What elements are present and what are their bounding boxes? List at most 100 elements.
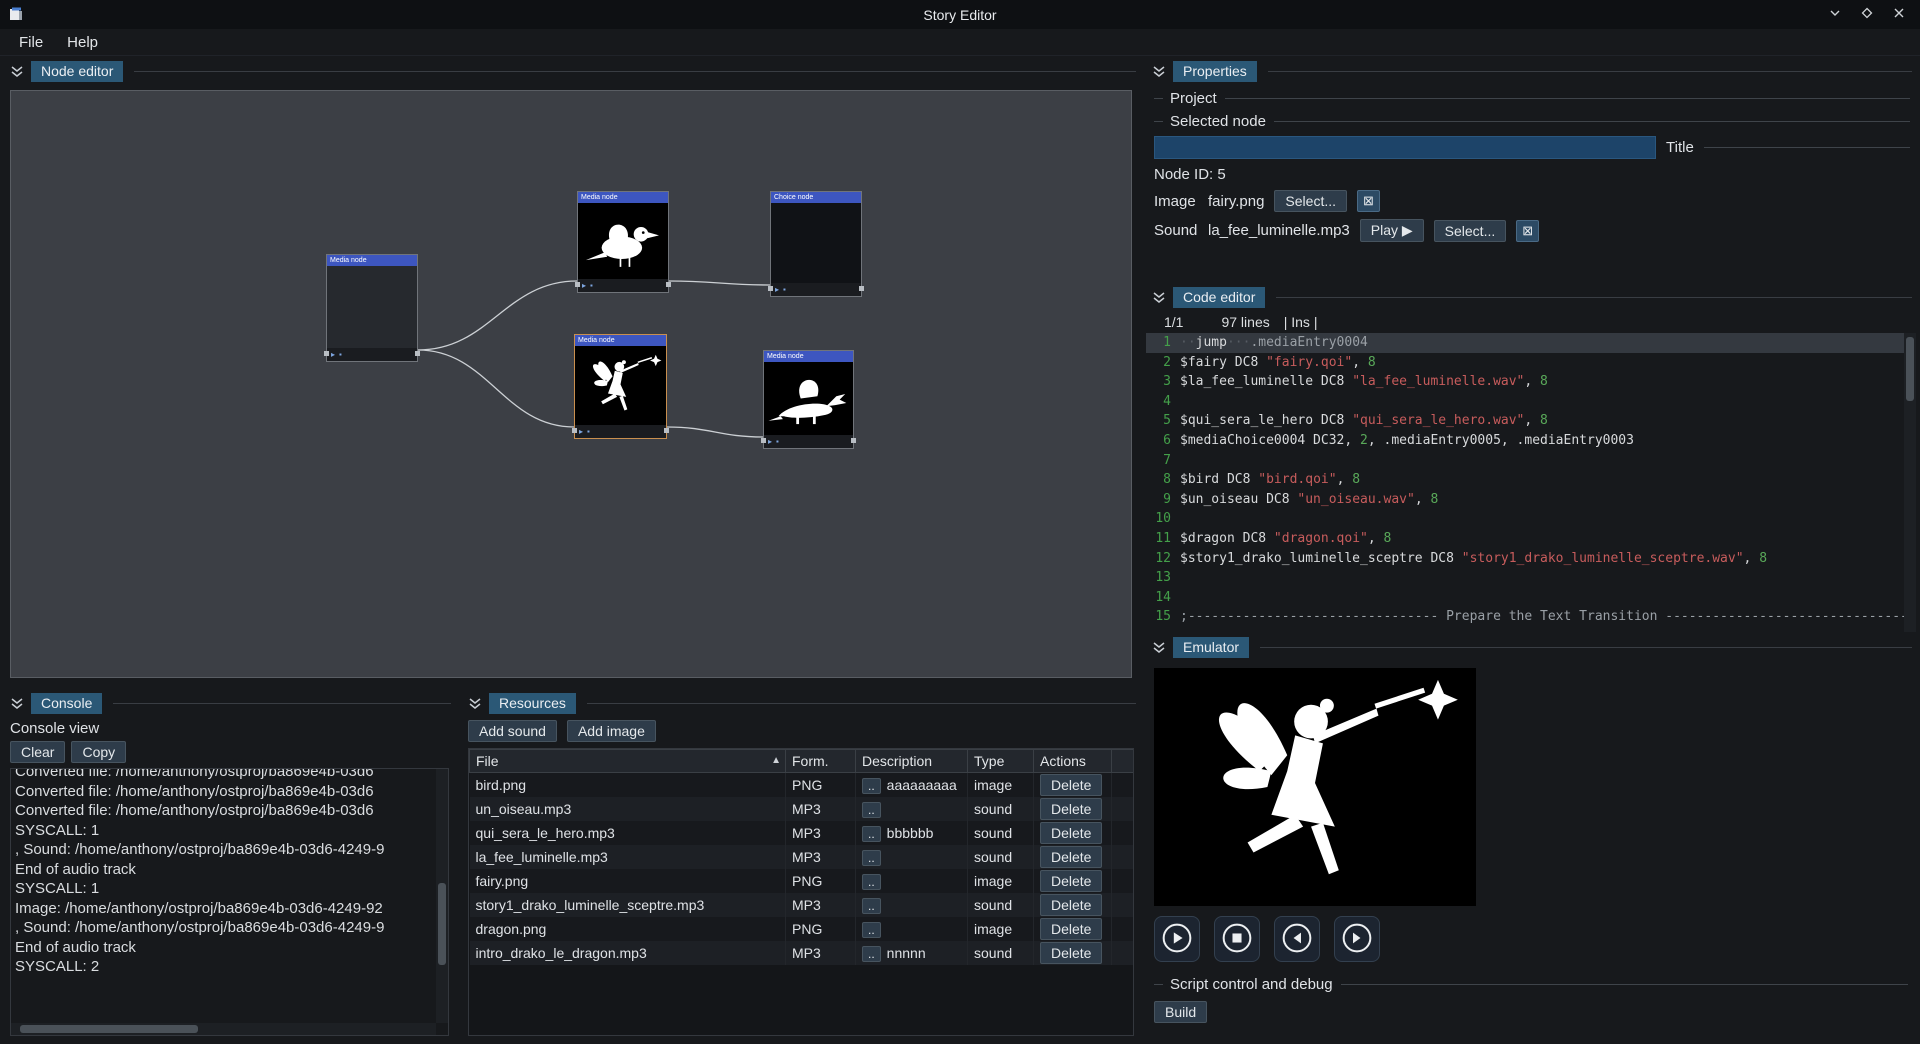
code-lines: 1··jump···.mediaEntry00042$fairy DC8 "fa… <box>1146 333 1916 627</box>
copy-button[interactable]: Copy <box>71 741 126 763</box>
delete-button[interactable]: Delete <box>1040 870 1102 892</box>
node-controls[interactable]: ▸▪ <box>327 348 417 361</box>
console-horizontal-scrollbar[interactable] <box>11 1023 436 1035</box>
scrollbar-thumb[interactable] <box>438 883 446 964</box>
edit-description-button[interactable]: .. <box>862 946 881 962</box>
code-line: 12$story1_drako_luminelle_sceptre DC8 "s… <box>1146 549 1916 569</box>
build-button[interactable]: Build <box>1154 1001 1207 1023</box>
title-input[interactable] <box>1154 136 1656 159</box>
edit-description-button[interactable]: .. <box>862 922 881 938</box>
column-header-format[interactable]: Form. <box>786 750 856 773</box>
sound-select-button[interactable]: Select... <box>1434 220 1507 242</box>
edit-description-button[interactable]: .. <box>862 874 881 890</box>
node-stop-icon[interactable]: ▪ <box>776 435 779 448</box>
forward-button[interactable] <box>1334 916 1380 962</box>
code-line: 15;-------------------------------- Prep… <box>1146 607 1916 627</box>
resource-row[interactable]: story1_drako_luminelle_sceptre.mp3MP3..s… <box>470 893 1134 917</box>
node-play-icon[interactable]: ▸ <box>579 425 583 438</box>
sort-ascending-icon: ▲ <box>771 755 781 766</box>
graph-node-dragon[interactable]: Media node ▸▪ <box>763 350 854 449</box>
delete-button[interactable]: Delete <box>1040 798 1102 820</box>
node-stop-icon[interactable]: ▪ <box>339 348 342 361</box>
node-canvas[interactable]: Media node▸▪Media node ▸▪Choice node▸▪Me… <box>10 90 1132 678</box>
sound-clear-button[interactable]: ⊠ <box>1516 220 1539 242</box>
collapse-icon[interactable] <box>1150 638 1168 656</box>
edit-description-button[interactable]: .. <box>862 826 881 842</box>
resource-type: image <box>968 869 1034 893</box>
delete-button[interactable]: Delete <box>1040 774 1102 796</box>
column-header-actions[interactable]: Actions <box>1034 750 1112 773</box>
image-clear-button[interactable]: ⊠ <box>1357 190 1380 212</box>
node-play-icon[interactable]: ▸ <box>582 279 586 292</box>
node-thumbnail <box>578 203 668 279</box>
collapse-icon[interactable] <box>1150 62 1168 80</box>
back-button[interactable] <box>1274 916 1320 962</box>
graph-node-fairy[interactable]: Media node ▸▪ <box>574 334 667 439</box>
code-vertical-scrollbar[interactable] <box>1904 333 1916 632</box>
clear-button[interactable]: Clear <box>10 741 65 763</box>
edit-description-button[interactable]: .. <box>862 802 881 818</box>
add-sound-button[interactable]: Add sound <box>468 720 557 742</box>
delete-button[interactable]: Delete <box>1040 918 1102 940</box>
edit-description-button[interactable]: .. <box>862 850 881 866</box>
node-controls[interactable]: ▸▪ <box>575 425 666 438</box>
play-button[interactable] <box>1154 916 1200 962</box>
graph-node-bird[interactable]: Media node ▸▪ <box>577 191 669 293</box>
resource-description-cell: ..aaaaaaaaa <box>856 773 968 798</box>
node-stop-icon[interactable]: ▪ <box>590 279 593 292</box>
resource-type: sound <box>968 893 1034 917</box>
delete-button[interactable]: Delete <box>1040 846 1102 868</box>
stop-button[interactable] <box>1214 916 1260 962</box>
node-controls[interactable]: ▸▪ <box>771 283 861 296</box>
shade-button[interactable] <box>1822 4 1848 26</box>
scrollbar-thumb[interactable] <box>1906 337 1914 401</box>
resource-row[interactable]: la_fee_luminelle.mp3MP3..soundDelete <box>470 845 1134 869</box>
collapse-icon[interactable] <box>8 694 26 712</box>
code-text: $qui_sera_le_hero DC8 "qui_sera_le_hero.… <box>1180 411 1548 431</box>
delete-button[interactable]: Delete <box>1040 822 1102 844</box>
node-stop-icon[interactable]: ▪ <box>587 425 590 438</box>
node-controls[interactable]: ▸▪ <box>764 435 853 448</box>
node-play-icon[interactable]: ▸ <box>768 435 772 448</box>
console-log[interactable]: Converted file: /home/anthony/ostproj/ba… <box>10 768 449 1036</box>
resource-row[interactable]: qui_sera_le_hero.mp3MP3..bbbbbbsoundDele… <box>470 821 1134 845</box>
emulator-display[interactable] <box>1154 668 1476 906</box>
collapse-icon[interactable] <box>466 694 484 712</box>
delete-button[interactable]: Delete <box>1040 942 1102 964</box>
node-play-icon[interactable]: ▸ <box>775 283 779 296</box>
main-area: Node editor Media node▸▪Media node ▸▪Cho… <box>0 56 1920 1044</box>
sound-play-button[interactable]: Play ▶ <box>1360 219 1424 242</box>
line-number: 12 <box>1146 549 1180 569</box>
column-header-description[interactable]: Description <box>856 750 968 773</box>
edit-description-button[interactable]: .. <box>862 778 881 794</box>
console-vertical-scrollbar[interactable] <box>436 769 448 1023</box>
column-header-file[interactable]: File▲ <box>470 750 786 773</box>
edit-description-button[interactable]: .. <box>862 898 881 914</box>
maximize-button[interactable] <box>1854 4 1880 26</box>
column-header-type[interactable]: Type <box>968 750 1034 773</box>
node-stop-icon[interactable]: ▪ <box>783 283 786 296</box>
graph-node-choice[interactable]: Choice node▸▪ <box>770 191 862 297</box>
collapse-icon[interactable] <box>1150 288 1168 306</box>
scrollbar-thumb[interactable] <box>20 1025 199 1033</box>
resource-row[interactable]: dragon.pngPNG..imageDelete <box>470 917 1134 941</box>
code-line: 11$dragon DC8 "dragon.qoi", 8 <box>1146 529 1916 549</box>
code-editor-area[interactable]: 1··jump···.mediaEntry00042$fairy DC8 "fa… <box>1146 333 1916 632</box>
node-play-icon[interactable]: ▸ <box>331 348 335 361</box>
collapse-icon[interactable] <box>8 62 26 80</box>
resource-row[interactable]: bird.pngPNG..aaaaaaaaaimageDelete <box>470 773 1134 798</box>
image-select-button[interactable]: Select... <box>1274 190 1347 212</box>
graph-node-start[interactable]: Media node▸▪ <box>326 254 418 362</box>
resource-row[interactable]: un_oiseau.mp3MP3..soundDelete <box>470 797 1134 821</box>
add-image-button[interactable]: Add image <box>567 720 656 742</box>
console-line: , Sound: /home/anthony/ostproj/ba869e4b-… <box>15 840 444 860</box>
menu-file[interactable]: File <box>8 32 54 53</box>
close-button[interactable] <box>1886 4 1912 26</box>
code-line: 4 <box>1146 392 1916 412</box>
line-number: 11 <box>1146 529 1180 549</box>
resource-row[interactable]: fairy.pngPNG..imageDelete <box>470 869 1134 893</box>
menu-help[interactable]: Help <box>56 32 109 53</box>
resource-row[interactable]: intro_drako_le_dragon.mp3MP3..nnnnnsound… <box>470 941 1134 965</box>
delete-button[interactable]: Delete <box>1040 894 1102 916</box>
node-controls[interactable]: ▸▪ <box>578 279 668 292</box>
